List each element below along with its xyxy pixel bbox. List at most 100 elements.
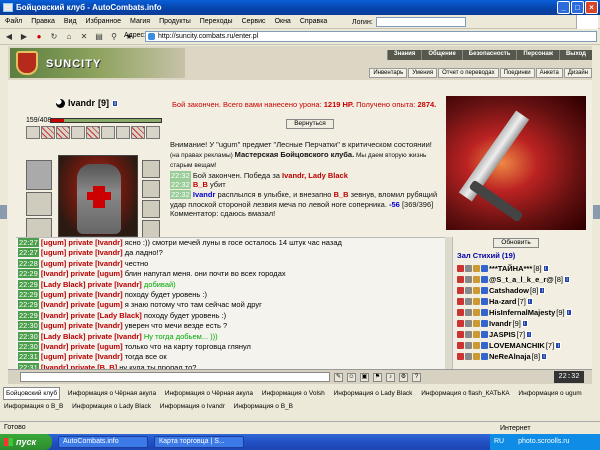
equipment-slot[interactable] <box>101 126 115 139</box>
login-input[interactable] <box>375 17 466 27</box>
refresh-icon[interactable]: ↻ <box>49 32 59 42</box>
help-icon[interactable]: ? <box>412 372 421 382</box>
right-edge-arrow[interactable] <box>593 205 600 219</box>
message-time[interactable]: 22:29 <box>18 290 39 300</box>
message-sender[interactable]: [ugum] <box>41 238 66 247</box>
home-icon[interactable]: ⌂ <box>64 32 74 42</box>
user-row[interactable]: LOVEMANCHIK [7] i <box>457 340 562 350</box>
tab-info[interactable]: Информация о Ivandr <box>159 400 226 413</box>
user-name[interactable]: @S_t_a_l_k_e_r@ <box>489 275 554 284</box>
tab-info[interactable]: Информация о flash_КАТЬКА <box>420 387 510 400</box>
nav-character[interactable]: Персонаж <box>516 50 559 60</box>
taskbar-item[interactable]: Карта торговца | S... <box>154 436 244 448</box>
minimize-button[interactable]: _ <box>557 1 570 14</box>
shield-item-icon[interactable] <box>142 200 160 218</box>
private-message-icon[interactable] <box>457 341 464 349</box>
tab-info[interactable]: Информация о B_B <box>3 400 64 413</box>
info-icon[interactable]: i <box>542 264 549 272</box>
user-row[interactable]: JASPIS [7] i <box>457 329 533 339</box>
message-recipient[interactable]: [Ivandr] <box>95 248 123 257</box>
user-row[interactable]: Ivandr [9] i <box>457 318 528 328</box>
refresh-button[interactable]: Обновить <box>493 238 539 248</box>
private-message-icon[interactable] <box>457 297 464 305</box>
private-message-icon[interactable] <box>457 319 464 327</box>
return-button[interactable]: Вернуться <box>286 119 334 129</box>
close-button[interactable]: × <box>585 1 598 14</box>
message-sender[interactable]: [Ivandr] <box>41 300 69 309</box>
message-recipient[interactable]: [Ivandr] <box>95 352 123 361</box>
info-icon[interactable]: i <box>564 275 571 283</box>
weapon-item-icon[interactable] <box>26 192 52 216</box>
message-recipient[interactable]: [Ivandr] <box>95 238 123 247</box>
message-recipient[interactable]: [Ivandr] <box>114 332 142 341</box>
armor-item-icon[interactable] <box>142 160 160 178</box>
sound-icon[interactable]: ♪ <box>386 372 395 382</box>
private-message-icon[interactable] <box>457 330 464 338</box>
nav-knowledge[interactable]: Знания <box>386 50 422 60</box>
menu-favorites[interactable]: Избранное <box>86 18 121 25</box>
chat-input[interactable] <box>20 372 330 382</box>
message-recipient[interactable]: [ugum] <box>97 300 122 309</box>
message-time[interactable]: 22:31 <box>18 352 39 362</box>
character-name-link[interactable]: Ivandr <box>68 98 95 108</box>
maximize-button[interactable]: □ <box>571 1 584 14</box>
info-icon[interactable]: i <box>539 286 546 294</box>
nav-exit[interactable]: Выход <box>558 50 592 60</box>
message-sender[interactable]: [ugum] <box>41 321 66 330</box>
message-time[interactable]: 22:29 <box>18 279 39 289</box>
private-message-icon[interactable] <box>457 264 464 272</box>
message-time[interactable]: 22:30 <box>18 331 39 341</box>
message-recipient[interactable]: [Ivandr] <box>114 280 142 289</box>
stop-icon[interactable]: ● <box>34 32 44 42</box>
user-name[interactable]: JASPIS <box>489 330 516 339</box>
user-name[interactable]: Ivandr <box>489 319 512 328</box>
left-edge-arrow[interactable] <box>0 205 7 219</box>
nav-transfers[interactable]: Отчет о переводах <box>438 68 499 78</box>
menu-help[interactable]: Справка <box>300 18 327 25</box>
message-sender[interactable]: [Ivandr] <box>41 269 69 278</box>
message-recipient[interactable]: [ugum] <box>97 269 122 278</box>
nav-fights[interactable]: Поединки <box>499 68 535 78</box>
filter-icon[interactable]: ▣ <box>360 372 369 382</box>
taskbar-item[interactable]: AutoCombats.info <box>58 436 148 448</box>
tab-info[interactable]: Информация о ugum <box>517 387 582 400</box>
info-icon[interactable]: i <box>521 319 528 327</box>
menu-edit[interactable]: Правка <box>31 18 55 25</box>
tab-info[interactable]: Информация о B_B <box>233 400 294 413</box>
user-name[interactable]: ***ТАЙНА*** <box>489 264 532 273</box>
user-row[interactable]: Ha-zard [7] i <box>457 296 533 306</box>
equipment-slot[interactable] <box>26 126 40 139</box>
info-icon[interactable]: i <box>565 308 572 316</box>
nav-security[interactable]: Безопасность <box>461 50 517 60</box>
search-icon[interactable]: ⚲ <box>109 32 119 42</box>
nav-profile[interactable]: Анкета <box>535 68 563 78</box>
message-sender[interactable]: [ugum] <box>41 248 66 257</box>
message-time[interactable]: 22:27 <box>18 248 39 258</box>
equipment-slot[interactable] <box>116 126 130 139</box>
chat-scrollbar[interactable] <box>445 237 452 371</box>
message-time[interactable]: 22:30 <box>18 342 39 352</box>
forward-arrow-icon[interactable]: ▶ <box>19 32 29 42</box>
private-message-icon[interactable] <box>457 286 464 294</box>
helmet-item-icon[interactable] <box>26 160 52 190</box>
message-recipient[interactable]: [Lady Black] <box>97 311 142 320</box>
tab-info[interactable]: Информация о Чёрная акула <box>164 387 254 400</box>
message-recipient[interactable]: [Ivandr] <box>95 321 123 330</box>
menu-tools[interactable]: Сервис <box>242 18 266 25</box>
weapon-item-icon[interactable] <box>26 218 52 238</box>
nav-skills[interactable]: Умения <box>408 68 438 78</box>
tab-info[interactable]: Информация о Чёрная акула <box>67 387 157 400</box>
nav-design[interactable]: Дизайн <box>563 68 592 78</box>
user-name[interactable]: Ha-zard <box>489 297 517 306</box>
equipment-slot-broken[interactable] <box>86 126 100 139</box>
private-message-icon[interactable] <box>457 275 464 283</box>
message-recipient[interactable]: [Ivandr] <box>95 290 123 299</box>
address-bar[interactable]: http://suncity.combats.ru/enter.pl <box>145 31 597 42</box>
message-sender[interactable]: [Lady Black] <box>41 280 86 289</box>
info-icon[interactable]: i <box>526 330 533 338</box>
tab-info[interactable]: Информация о Lady Black <box>333 387 414 400</box>
tab-info[interactable]: Информация о Lady Black <box>71 400 152 413</box>
message-recipient[interactable]: [Ivandr] <box>95 259 123 268</box>
clear-icon[interactable]: ✎ <box>334 372 343 382</box>
user-name[interactable]: NeReAlnaja <box>489 352 531 361</box>
